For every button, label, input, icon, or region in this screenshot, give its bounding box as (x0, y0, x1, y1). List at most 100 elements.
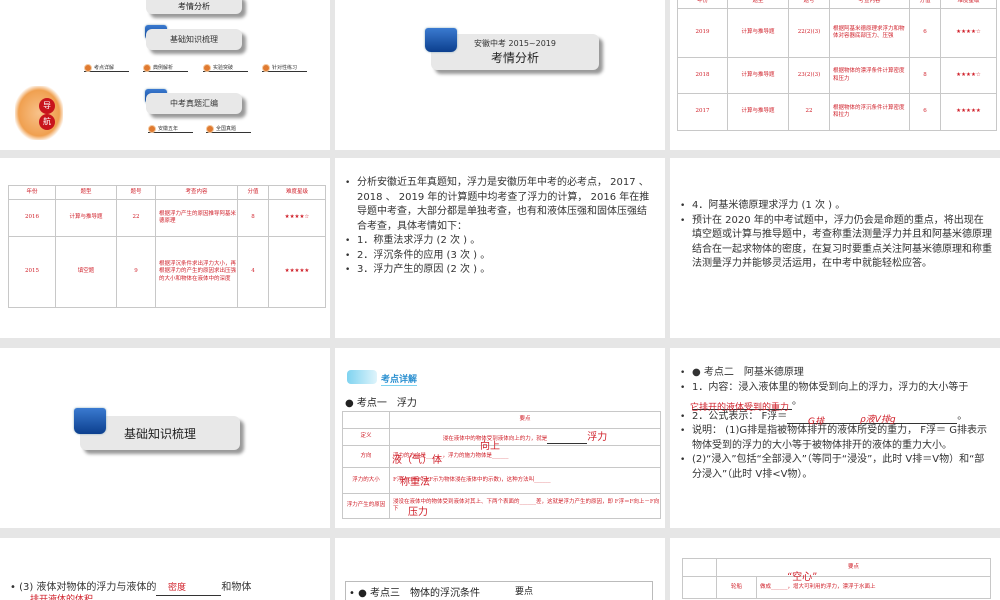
table-row: 定义 浸在液体中的物体受到液体向上的力，就是 浮力 (342, 428, 661, 446)
pin-label: 全国真题 (206, 125, 251, 133)
table-row: 浮力的大小 F浮＝G－F示(F示为物体浸在液体中的示数)，这种方法叫______ 称… (342, 467, 661, 494)
application-table: 要点 轮船 做成______，增大可利用的浮力，漂浮于水面上 “空心” (682, 558, 992, 599)
concept-table: 要点 定义 浸在液体中的物体受到液体向上的力，就是 浮力 方向 浮力的方向是_____… (342, 411, 661, 519)
table-row: 轮船 做成______，增大可利用的浮力，漂浮于水面上 “空心” (682, 572, 992, 599)
table-cell (682, 576, 717, 599)
table-cell: 22 (788, 93, 830, 131)
slide-thumbnail-8[interactable]: 考点详解 ● 考点一 浮力 要点 定义 浸在液体中的物体受到液体向上的力，就是 浮力… (335, 348, 665, 528)
table-cell: 浸没在液体中的物体受到液体对其上、下两个表面的______差，这就是浮力产生的原… (389, 493, 661, 519)
slide-thumbnail-2[interactable]: 安徽中考 2015~2019 考情分析 (335, 0, 665, 150)
table-cell: 考查内容 (829, 0, 910, 9)
book-icon (74, 408, 106, 434)
table-cell: 要点 (389, 411, 661, 429)
answer-text: 排开液体的体积 (30, 595, 94, 600)
banner-icon (347, 370, 377, 384)
table-cell: 22 (116, 199, 156, 237)
table-cell: 填空题 (55, 236, 117, 308)
slide-thumbnail-11[interactable]: • ● 考点三 物体的浮沉条件 要点 (335, 538, 665, 600)
slide-thumbnail-3[interactable]: 年份 题型 题号 考查内容 分值 难度星级 2019 计算与推导题 22(2)(3) 根据阿基米… (670, 0, 1000, 150)
pin-label: 安徽五年 (148, 125, 193, 133)
table-cell (342, 411, 390, 429)
guide-logo: 导 航 (15, 86, 63, 140)
table-cell: 计算与推导题 (727, 93, 789, 131)
answer-text: 密度 (168, 583, 187, 593)
table-cell: 难度星级 (940, 0, 997, 9)
table-cell: 要点 (715, 558, 992, 577)
table-cell: 方向 (342, 445, 390, 468)
table-row: 要点 (342, 411, 661, 429)
slide-thumbnail-5[interactable]: 分析安徽近五年真题知，浮力是安徽历年中考的必考点， 2017 、 2018 、 … (335, 158, 665, 338)
table-cell: 浮力的方向是______，浮力的施力物体是______ 向上 液（气）体 (389, 441, 661, 468)
slide-thumbnail-12[interactable]: 要点 轮船 做成______，增大可利用的浮力，漂浮于水面上 “空心” (670, 538, 1000, 600)
table-cell: 计算与推导题 (727, 8, 789, 58)
slide-thumbnail-4[interactable]: 年份 题型 题号 考查内容 分值 难度星级 2016 计算与推导题 22 根据浮力产生的原因推导… (0, 158, 330, 338)
table-cell: 难度星级 (268, 185, 326, 200)
table-cell: 根据阿基米德原理求浮力和物体对容器底部压力、压强 (829, 8, 910, 58)
table-cell: ★★★★☆ (940, 8, 997, 58)
table-cell: 浸在液体中的物体受到液体向上的力，就是 浮力 (389, 428, 661, 446)
table-cell: 2018 (677, 57, 728, 94)
section-heading: • ● 考点三 物体的浮沉条件 (349, 588, 480, 599)
pin-label: 针对性练习 (262, 64, 307, 72)
slide-thumbnail-9[interactable]: ● 考点二 阿基米德原理 1．内容：浸入液体里的物体受到向上的浮力，浮力的大小等… (670, 348, 1000, 528)
table-cell: 题型 (55, 185, 117, 200)
table-cell: 根据浮沉条件求出浮力大小，再根据浮力的产生的原因求出压强的大小和物体在液体中的深… (155, 236, 238, 308)
logo-badge: 导 (39, 98, 55, 114)
slide-thumbnail-10[interactable]: • (3) 液体对物体的浮力与液体的 和物体 密度 排开液体的体积 (0, 538, 330, 600)
table-cell: 8 (237, 199, 269, 237)
table-cell: 22(2)(3) (788, 8, 830, 58)
nav-card-jichu: 基础知识梳理 (146, 29, 242, 50)
bullet-list: ● 考点二 阿基米德原理 1．内容：浸入液体里的物体受到向上的浮力，浮力的大小等… (680, 366, 992, 482)
table-cell: ★★★★☆ (940, 57, 997, 94)
answer-text: G排 (808, 417, 824, 427)
table-cell: 9 (116, 236, 156, 308)
table-cell: 分值 (909, 0, 941, 9)
table-cell: 题型 (727, 0, 789, 9)
table-cell: 6 (909, 93, 941, 131)
table-row: 年份 题型 题号 考查内容 分值 难度星级 (8, 185, 326, 200)
table-cell: 2017 (677, 93, 728, 131)
table-cell: 题号 (788, 0, 830, 9)
bullet-list: 4．阿基米德原理求浮力 (1 次 ) 。 预计在 2020 年的中考试题中，浮力… (680, 199, 992, 272)
table-row: 2019 计算与推导题 22(2)(3) 根据阿基米德原理求浮力和物体对容器底部压力、… (677, 8, 997, 58)
slide-thumbnail-1[interactable]: 考情分析 基础知识梳理 考点详解 典例解析 实验突破 针对性练习 中考真题汇编 … (0, 0, 330, 150)
table-row: 浮力产生的原因 浸没在液体中的物体受到液体对其上、下两个表面的______差，这就… (342, 493, 661, 519)
table-cell: F浮＝G－F示(F示为物体浸在液体中的示数)，这种方法叫______ 称重法 (389, 467, 661, 494)
bullet-list: 分析安徽近五年真题知，浮力是安徽历年中考的必考点， 2017 、 2018 、 … (345, 176, 655, 278)
table-cell: 根据物体的浮沉条件计算密度和拉力 (829, 93, 910, 131)
table-cell: 2019 (677, 8, 728, 58)
table-cell: ★★★★★ (268, 236, 326, 308)
table-row: 方向 浮力的方向是______，浮力的施力物体是______ 向上 液（气）体 (342, 441, 661, 468)
table-header: 要点 (515, 587, 534, 597)
section-heading: ● 考点一 浮力 (345, 398, 417, 409)
slide-thumbnail-7[interactable]: 基础知识梳理 (0, 348, 330, 528)
table-cell: 浮力的大小 (342, 467, 390, 494)
table-cell: 8 (909, 57, 941, 94)
table-cell: 做成______，增大可利用的浮力，漂浮于水面上 “空心” (755, 572, 992, 599)
table-row: 要点 (682, 558, 992, 577)
table-cell: 计算与推导题 (727, 57, 789, 94)
logo-badge: 航 (39, 114, 55, 130)
table-row: 2015 填空题 9 根据浮沉条件求出浮力大小，再根据浮力的产生的原因求出压强的大小和… (8, 236, 326, 308)
table-cell: 年份 (677, 0, 728, 9)
table-cell: 年份 (8, 185, 56, 200)
table-cell: 轮船 (716, 576, 757, 599)
table-cell: 考查内容 (155, 185, 238, 200)
table-cell: 23(2)(3) (788, 57, 830, 94)
table-row: 年份 题型 题号 考查内容 分值 难度星级 (677, 0, 997, 9)
table-cell: 根据物体的漂浮条件计算密度和压力 (829, 57, 910, 94)
table-cell: ★★★★★ (940, 93, 997, 131)
table-cell: 浮力产生的原因 (342, 493, 390, 519)
table-cell: 分值 (237, 185, 269, 200)
slide-thumbnail-6[interactable]: 4．阿基米德原理求浮力 (1 次 ) 。 预计在 2020 年的中考试题中，浮力… (670, 158, 1000, 338)
table-cell: 2016 (8, 199, 56, 237)
table-cell: 根据浮力产生的原因推导阿基米德原理 (155, 199, 238, 237)
table-cell: 定义 (342, 428, 390, 446)
table-cell: 2015 (8, 236, 56, 308)
exam-table: 年份 题型 题号 考查内容 分值 难度星级 2019 计算与推导题 22(2)(3) 根据阿基米… (677, 0, 997, 131)
table-row: 2017 计算与推导题 22 根据物体的浮沉条件计算密度和拉力 6 ★★★★★ (677, 93, 997, 131)
nav-card-zhenti: 中考真题汇编 (146, 93, 242, 114)
table-cell: ★★★★☆ (268, 199, 326, 237)
nav-card-kaoqing: 考情分析 (146, 0, 242, 14)
book-icon (425, 28, 457, 52)
